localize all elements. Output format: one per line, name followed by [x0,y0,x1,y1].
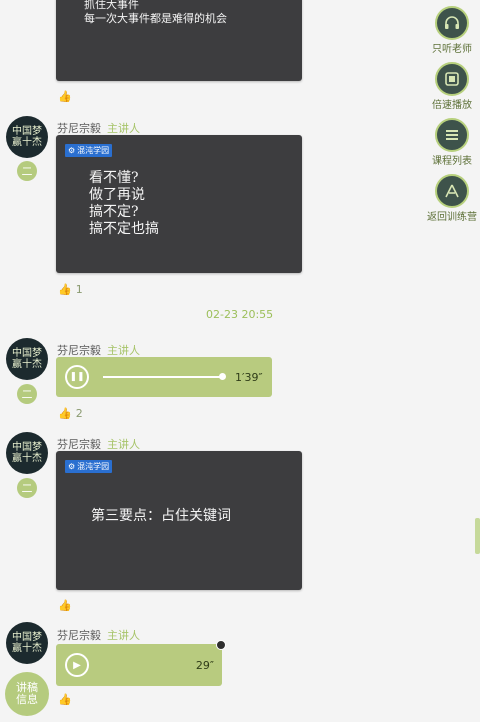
level-badge: 二 [17,478,37,498]
like-area[interactable]: 👍 [58,599,72,612]
like-area[interactable]: 👍 [58,90,72,103]
role-label: 主讲人 [107,438,140,451]
level-badge: 二 [17,384,37,404]
image-card[interactable]: ⚙ 混沌学园 看不懂? 做了再说 搞不定? 搞不定也搞 [56,135,302,273]
level-badge: 二 [17,161,37,181]
role-label: 主讲人 [107,344,140,357]
like-area[interactable]: 👍 1 [58,283,83,296]
like-area[interactable]: 👍 [58,693,72,706]
card-line: 看不懂? [89,170,139,186]
author-name: 芬尼宗毅 [57,438,101,451]
pause-icon: ❚❚ [69,372,85,382]
unread-dot [216,640,226,650]
headphones-icon[interactable] [435,6,469,40]
audio-duration: 1′39″ [235,370,263,384]
image-card[interactable]: 抓住大事件 每一次大事件都是难得的机会 [56,0,302,81]
card-line: 做了再说 [89,187,145,203]
thumb-up-icon[interactable]: 👍 [58,599,72,612]
sidebar-item-return[interactable]: 返回训练营 [422,174,480,223]
author-line: 芬尼宗毅 主讲人 [57,433,140,452]
brand-logo-icon: ⚙ [68,146,76,155]
pause-button[interactable]: ❚❚ [65,365,89,389]
sidebar-label: 只听老师 [432,44,472,55]
image-card[interactable]: ⚙ 混沌学园 第三要点：占住关键词 [56,451,302,590]
audio-progress-track[interactable] [103,373,226,380]
card-line: 搞不定也搞 [89,221,159,237]
return-icon[interactable] [435,174,469,208]
thumb-up-icon[interactable]: 👍 [58,693,72,706]
sidebar-label: 课程列表 [432,156,472,167]
role-label: 主讲人 [107,122,140,135]
card-line: 抓住大事件 [84,0,139,11]
author-name: 芬尼宗毅 [57,344,101,357]
audio-duration: 29″ [195,658,214,672]
sidebar-label: 返回训练营 [427,212,477,223]
author-line: 芬尼宗毅 主讲人 [57,624,140,643]
thumb-up-icon[interactable]: 👍 [58,407,72,420]
play-button[interactable]: ▶ [65,653,89,677]
thumb-up-icon[interactable]: 👍 [58,283,72,296]
brand-tag: ⚙ 混沌学园 [65,460,113,473]
like-count: 2 [75,407,83,420]
sidebar-item-speed[interactable]: 倍速播放 [422,62,480,111]
author-name: 芬尼宗毅 [57,629,101,642]
card-title: 第三要点：占住关键词 [91,508,231,524]
audio-progress-knob[interactable] [219,373,226,380]
avatar[interactable]: 中国梦 赢十杰 [6,622,48,664]
audio-message[interactable]: ❚❚ 1′39″ [56,357,272,397]
brand-tag: ⚙ 混沌学园 [65,144,113,157]
author-line: 芬尼宗毅 主讲人 [57,117,140,136]
play-icon: ▶ [73,659,81,671]
timestamp: 02-23 20:55 [206,308,274,321]
role-label: 主讲人 [107,629,140,642]
lecture-notes-button[interactable]: 讲稿信息 [5,672,49,716]
brand-logo-icon: ⚙ [68,462,76,471]
like-area[interactable]: 👍 2 [58,407,83,420]
thumb-up-icon[interactable]: 👍 [58,90,72,103]
sidebar-label: 倍速播放 [432,100,472,111]
author-line: 芬尼宗毅 主讲人 [57,339,140,358]
speed-icon[interactable] [435,62,469,96]
card-line: 每一次大事件都是难得的机会 [84,12,227,25]
list-icon[interactable] [435,118,469,152]
avatar[interactable]: 中国梦 赢十杰 [6,116,48,158]
avatar[interactable]: 中国梦 赢十杰 [6,432,48,474]
avatar[interactable]: 中国梦 赢十杰 [6,338,48,380]
scroll-handle[interactable] [475,518,480,554]
sidebar-item-teacher-only[interactable]: 只听老师 [422,6,480,55]
like-count: 1 [75,283,83,296]
author-name: 芬尼宗毅 [57,122,101,135]
audio-message[interactable]: ▶ 29″ [56,644,222,686]
card-line: 搞不定? [89,204,139,220]
sidebar-item-course-list[interactable]: 课程列表 [422,118,480,167]
